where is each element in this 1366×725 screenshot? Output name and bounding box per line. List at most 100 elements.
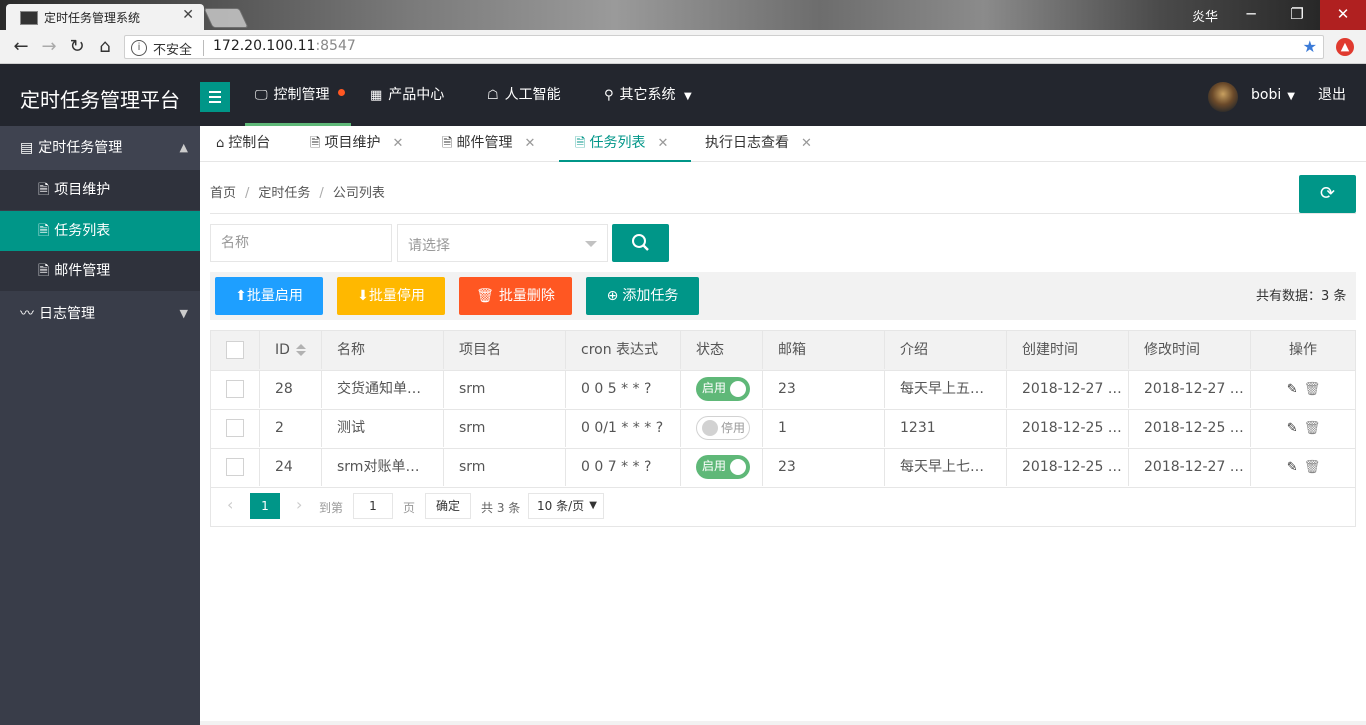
reload-icon[interactable]: ↻ bbox=[66, 36, 88, 58]
menu-toggle-button[interactable] bbox=[200, 82, 230, 112]
cell-created: 2018-12-25 … bbox=[1007, 448, 1129, 486]
window-close-icon[interactable]: ✕ bbox=[1320, 0, 1366, 30]
close-tab-icon[interactable]: ✕ bbox=[182, 7, 194, 23]
breadcrumb: 首页 / 定时任务 / 公司列表 bbox=[210, 186, 385, 201]
status-toggle[interactable]: 启用 bbox=[696, 377, 750, 401]
sidebar-item-mail[interactable]: 🗎 邮件管理 bbox=[0, 251, 200, 291]
edit-icon[interactable]: ✎ bbox=[1287, 371, 1298, 408]
column-mail: 邮箱 bbox=[763, 331, 885, 369]
document-icon: 🗎 bbox=[442, 136, 453, 151]
browser-tab[interactable]: 定时任务管理系统 ✕ bbox=[6, 4, 204, 30]
close-icon[interactable]: ✕ bbox=[392, 127, 403, 161]
column-modified: 修改时间 bbox=[1129, 331, 1251, 369]
close-icon[interactable]: ✕ bbox=[657, 127, 668, 161]
status-select[interactable]: 请选择 bbox=[397, 224, 608, 262]
nav-product-center[interactable]: ▦ 产品中心 bbox=[370, 64, 444, 126]
delete-icon[interactable]: 🗑 bbox=[1304, 371, 1321, 408]
logout-link[interactable]: 退出 bbox=[1318, 64, 1346, 126]
prev-page-icon[interactable]: ‹ bbox=[227, 495, 233, 514]
info-icon[interactable]: i bbox=[131, 40, 147, 56]
pagination-total: 共 3 条 bbox=[481, 501, 521, 515]
column-created: 创建时间 bbox=[1007, 331, 1129, 369]
tab-mail[interactable]: 🗎 邮件管理 ✕ bbox=[442, 126, 535, 162]
close-icon[interactable]: ✕ bbox=[524, 127, 535, 161]
next-page-icon[interactable]: › bbox=[296, 495, 302, 514]
close-icon[interactable]: ✕ bbox=[801, 127, 812, 161]
sidebar-item-task-list[interactable]: 🗎 任务列表 bbox=[0, 211, 200, 251]
url-text: 172.20.100.11:8547 bbox=[213, 38, 356, 54]
trash-icon: 🗑 bbox=[476, 288, 494, 304]
tab-console[interactable]: ⌂ 控制台 bbox=[216, 126, 270, 162]
cell-intro: 1231 bbox=[885, 409, 1007, 447]
nav-control-management[interactable]: 🖵 控制管理 bbox=[245, 64, 351, 126]
add-task-button[interactable]: ⊕ 添加任务 bbox=[586, 277, 699, 315]
column-id[interactable]: ID bbox=[260, 331, 322, 369]
breadcrumb-timer-task[interactable]: 定时任务 bbox=[258, 186, 310, 201]
back-icon[interactable]: ← bbox=[10, 36, 32, 58]
minimize-icon[interactable]: ─ bbox=[1228, 0, 1274, 30]
page-confirm-button[interactable]: 确定 bbox=[425, 493, 471, 519]
page-size-select[interactable]: 10 条/页 ▼ bbox=[528, 493, 604, 519]
sidebar-item-project[interactable]: 🗎 项目维护 bbox=[0, 170, 200, 210]
table-row: 24 srm对账单… srm 0 0 7 * * ? 启用 23 每天早上七… … bbox=[211, 448, 1355, 488]
status-toggle[interactable]: 停用 bbox=[696, 416, 750, 440]
cell-mail: 23 bbox=[763, 448, 885, 486]
row-checkbox[interactable] bbox=[226, 419, 244, 437]
search-button[interactable] bbox=[612, 224, 669, 262]
nav-other-systems[interactable]: ⚲ 其它系统 ▼ bbox=[604, 64, 692, 126]
document-icon: 🗎 bbox=[575, 136, 586, 151]
chevron-down-icon: ▼ bbox=[179, 307, 188, 320]
cell-cron: 0 0 7 * * ? bbox=[566, 448, 681, 486]
batch-enable-button[interactable]: ⬆批量启用 bbox=[215, 277, 323, 315]
document-icon: 🗎 bbox=[38, 223, 50, 239]
search-icon bbox=[632, 234, 649, 251]
cell-intro: 每天早上五… bbox=[885, 370, 1007, 408]
avatar[interactable] bbox=[1208, 82, 1238, 112]
footer-line bbox=[200, 721, 1366, 725]
home-icon[interactable]: ⌂ bbox=[94, 36, 116, 58]
column-status: 状态 bbox=[681, 331, 763, 369]
tab-execution-log[interactable]: 执行日志查看 ✕ bbox=[705, 126, 812, 162]
delete-icon[interactable]: 🗑 bbox=[1304, 449, 1321, 486]
nav-ai[interactable]: ☖ 人工智能 bbox=[487, 64, 561, 126]
batch-delete-button[interactable]: 🗑 批量删除 bbox=[459, 277, 572, 315]
extension-icon[interactable]: ▲ bbox=[1336, 38, 1354, 56]
tab-task-list[interactable]: 🗎 任务列表 ✕ bbox=[559, 126, 691, 162]
cell-created: 2018-12-25 … bbox=[1007, 409, 1129, 447]
sidebar-group-log-management[interactable]: 〰日志管理 ▼ bbox=[0, 292, 200, 336]
delete-icon[interactable]: 🗑 bbox=[1304, 410, 1321, 447]
row-checkbox[interactable] bbox=[226, 380, 244, 398]
breadcrumb-home[interactable]: 首页 bbox=[210, 186, 236, 201]
username-menu[interactable]: bobi ▼ bbox=[1251, 64, 1295, 126]
edit-icon[interactable]: ✎ bbox=[1287, 410, 1298, 447]
chevron-down-icon: ▼ bbox=[1287, 91, 1295, 102]
bookmark-star-icon[interactable]: ★ bbox=[1303, 37, 1317, 56]
chevron-down-icon: ▼ bbox=[683, 91, 692, 102]
hamburger-icon bbox=[209, 91, 221, 103]
browser-profile-label[interactable]: 炎华 bbox=[1183, 6, 1227, 25]
cell-created: 2018-12-27 … bbox=[1007, 370, 1129, 408]
task-table: ID 名称 项目名 cron 表达式 状态 邮箱 介绍 创建时间 修改时间 操作… bbox=[210, 330, 1356, 527]
edit-icon[interactable]: ✎ bbox=[1287, 449, 1298, 486]
page-jump-input[interactable]: 1 bbox=[353, 493, 393, 519]
forward-icon[interactable]: → bbox=[38, 36, 60, 58]
sort-icon[interactable] bbox=[295, 344, 306, 356]
cell-name: srm对账单… bbox=[322, 448, 444, 486]
restore-icon[interactable]: ❐ bbox=[1274, 0, 1320, 30]
cell-id: 28 bbox=[260, 370, 322, 408]
home-icon: ⌂ bbox=[216, 136, 225, 151]
refresh-button[interactable]: ⟳ bbox=[1299, 175, 1356, 213]
batch-disable-button[interactable]: ⬇批量停用 bbox=[337, 277, 445, 315]
robot-icon: ☖ bbox=[487, 88, 499, 103]
arrow-up-icon: ⬆ bbox=[235, 288, 247, 304]
cell-name: 交货通知单… bbox=[322, 370, 444, 408]
breadcrumb-current: 公司列表 bbox=[332, 186, 385, 201]
url-field[interactable]: i 不安全 172.20.100.11:8547 ★ bbox=[124, 35, 1324, 59]
sidebar-group-task-management[interactable]: ▤ 定时任务管理 ▲ bbox=[0, 126, 200, 170]
row-checkbox[interactable] bbox=[226, 458, 244, 476]
page-number-current[interactable]: 1 bbox=[250, 493, 280, 519]
status-toggle[interactable]: 启用 bbox=[696, 455, 750, 479]
tab-project[interactable]: 🗎 项目维护 ✕ bbox=[310, 126, 403, 162]
select-all-checkbox[interactable] bbox=[226, 341, 244, 359]
name-search-input[interactable] bbox=[210, 224, 392, 262]
